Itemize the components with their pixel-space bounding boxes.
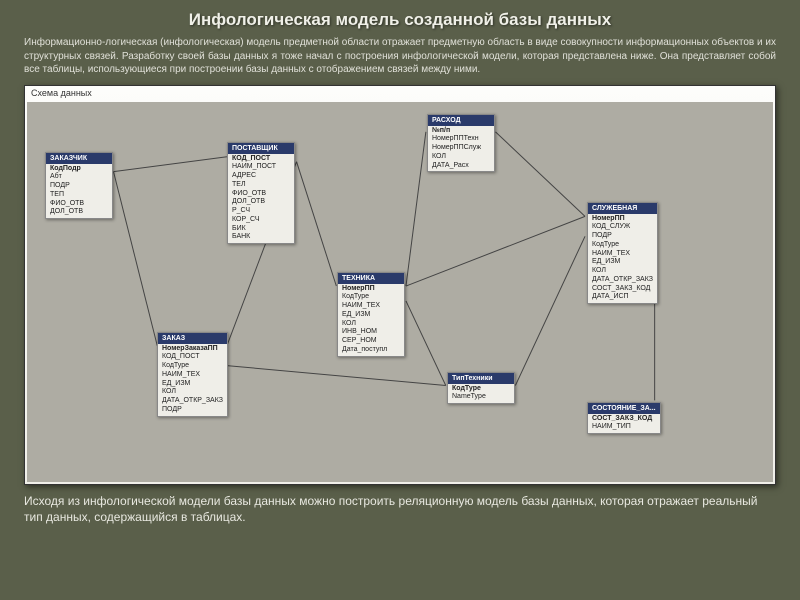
table-zakazchik[interactable]: ЗАКАЗЧИККодПодрАбтПОДРТЕПФИО_ОТВДОЛ_ОТВ <box>45 152 113 220</box>
table-field: КОЛ <box>158 388 227 397</box>
table-field: БИК <box>228 225 294 234</box>
table-field: NameType <box>448 393 514 402</box>
table-header[interactable]: ПОСТАВЩИК <box>228 143 294 154</box>
intro-text: Информационно-логическая (инфологическая… <box>0 36 800 85</box>
table-field: СОСТ_ЗАКЗ_КОД <box>588 415 660 424</box>
table-field: ДОЛ_ОТВ <box>46 208 112 217</box>
table-sluzhebnaya[interactable]: СЛУЖЕБНАЯНомерППКОД_СЛУЖПОДРКодТуреНАИМ_… <box>587 202 658 305</box>
table-field: ТЕЛ <box>228 181 294 190</box>
table-field: ДАТА_ОТКР_ЗАКЗ <box>588 276 657 285</box>
table-body: НомерППКодТуреНАИМ_ТЕХЕД_ИЗМКОЛИНВ_НОМСЕ… <box>338 284 404 356</box>
table-body: №п/пНомерППТехнНомерППСлужКОЛДАТА_Расх <box>428 126 494 172</box>
table-rashod[interactable]: РАСХОД№п/пНомерППТехнНомерППСлужКОЛДАТА_… <box>427 114 495 173</box>
table-field: НАИМ_ТЕХ <box>588 250 657 259</box>
table-field: КОД_СЛУЖ <box>588 223 657 232</box>
table-header[interactable]: ЗАКАЗ <box>158 333 227 344</box>
table-field: СОСТ_ЗАКЗ_КОД <box>588 285 657 294</box>
diagram-canvas: ЗАКАЗЧИККодПодрАбтПОДРТЕПФИО_ОТВДОЛ_ОТВП… <box>27 102 773 482</box>
diagram-window: Схема данных ЗАКАЗЧИККодПодрАбтПОДРТЕПФИ… <box>24 85 776 485</box>
table-tehnika[interactable]: ТЕХНИКАНомерППКодТуреНАИМ_ТЕХЕД_ИЗМКОЛИН… <box>337 272 405 357</box>
table-tiptehniki[interactable]: ТипТехникиКодТуреNameType <box>447 372 515 405</box>
table-field: НомерЗаказаПП <box>158 345 227 354</box>
table-field: АДРЕС <box>228 172 294 181</box>
table-field: Абт <box>46 173 112 182</box>
table-field: КОЛ <box>338 320 404 329</box>
table-field: КодТуре <box>448 385 514 394</box>
page-title: Инфологическая модель созданной базы дан… <box>0 0 800 36</box>
table-field: БАНК <box>228 233 294 242</box>
table-field: ИНВ_НОМ <box>338 328 404 337</box>
table-header[interactable]: ТипТехники <box>448 373 514 384</box>
table-field: ДОЛ_ОТВ <box>228 198 294 207</box>
table-field: КОЛ <box>588 267 657 276</box>
table-field: ФИО_ОТВ <box>228 190 294 199</box>
table-field: НомерПП <box>338 285 404 294</box>
table-field: КОД_ПОСТ <box>228 155 294 164</box>
window-title: Схема данных <box>31 88 92 98</box>
table-field: ДАТА_ИСП <box>588 293 657 302</box>
table-zakaz[interactable]: ЗАКАЗНомерЗаказаППКОД_ПОСТКодТуреНАИМ_ТЕ… <box>157 332 228 417</box>
table-field: НомерПП <box>588 215 657 224</box>
table-field: Дата_поступл <box>338 346 404 355</box>
table-field: НАИМ_ПОСТ <box>228 163 294 172</box>
table-header[interactable]: РАСХОД <box>428 115 494 126</box>
table-field: №п/п <box>428 127 494 136</box>
table-field: КОЛ <box>428 153 494 162</box>
table-sostoyanie[interactable]: СОСТОЯНИЕ_ЗА...СОСТ_ЗАКЗ_КОДНАИМ_ТИП <box>587 402 661 435</box>
table-body: КодПодрАбтПОДРТЕПФИО_ОТВДОЛ_ОТВ <box>46 164 112 219</box>
table-field: ПОДР <box>46 182 112 191</box>
table-header[interactable]: ТЕХНИКА <box>338 273 404 284</box>
table-field: НАИМ_ТИП <box>588 423 660 432</box>
table-field: КОР_СЧ <box>228 216 294 225</box>
table-field: ДАТА_ОТКР_ЗАКЗ <box>158 397 227 406</box>
table-field: НомерППСлуж <box>428 144 494 153</box>
table-field: КодТуре <box>588 241 657 250</box>
table-field: ПОДР <box>588 232 657 241</box>
table-field: ДАТА_Расх <box>428 162 494 171</box>
table-field: ЕД_ИЗМ <box>588 258 657 267</box>
table-body: КодТуреNameType <box>448 384 514 404</box>
table-postavshik[interactable]: ПОСТАВЩИККОД_ПОСТНАИМ_ПОСТАДРЕСТЕЛФИО_ОТ… <box>227 142 295 245</box>
table-field: ФИО_ОТВ <box>46 200 112 209</box>
table-field: СЕР_НОМ <box>338 337 404 346</box>
table-body: НомерЗаказаППКОД_ПОСТКодТуреНАИМ_ТЕХЕД_И… <box>158 344 227 416</box>
table-field: НомерППТехн <box>428 135 494 144</box>
table-field: ТЕП <box>46 191 112 200</box>
outro-text: Исходя из инфологической модели базы дан… <box>0 485 800 539</box>
table-field: КОД_ПОСТ <box>158 353 227 362</box>
table-field: КодПодр <box>46 165 112 174</box>
table-header[interactable]: СЛУЖЕБНАЯ <box>588 203 657 214</box>
table-field: ЕД_ИЗМ <box>338 311 404 320</box>
table-field: НАИМ_ТЕХ <box>158 371 227 380</box>
table-field: КодТуре <box>338 293 404 302</box>
table-field: Р_СЧ <box>228 207 294 216</box>
table-field: КодТуре <box>158 362 227 371</box>
table-body: НомерППКОД_СЛУЖПОДРКодТуреНАИМ_ТЕХЕД_ИЗМ… <box>588 214 657 304</box>
table-body: СОСТ_ЗАКЗ_КОДНАИМ_ТИП <box>588 414 660 434</box>
table-field: ПОДР <box>158 406 227 415</box>
table-field: НАИМ_ТЕХ <box>338 302 404 311</box>
table-header[interactable]: ЗАКАЗЧИК <box>46 153 112 164</box>
table-field: ЕД_ИЗМ <box>158 380 227 389</box>
table-body: КОД_ПОСТНАИМ_ПОСТАДРЕСТЕЛФИО_ОТВДОЛ_ОТВР… <box>228 154 294 244</box>
table-header[interactable]: СОСТОЯНИЕ_ЗА... <box>588 403 660 414</box>
